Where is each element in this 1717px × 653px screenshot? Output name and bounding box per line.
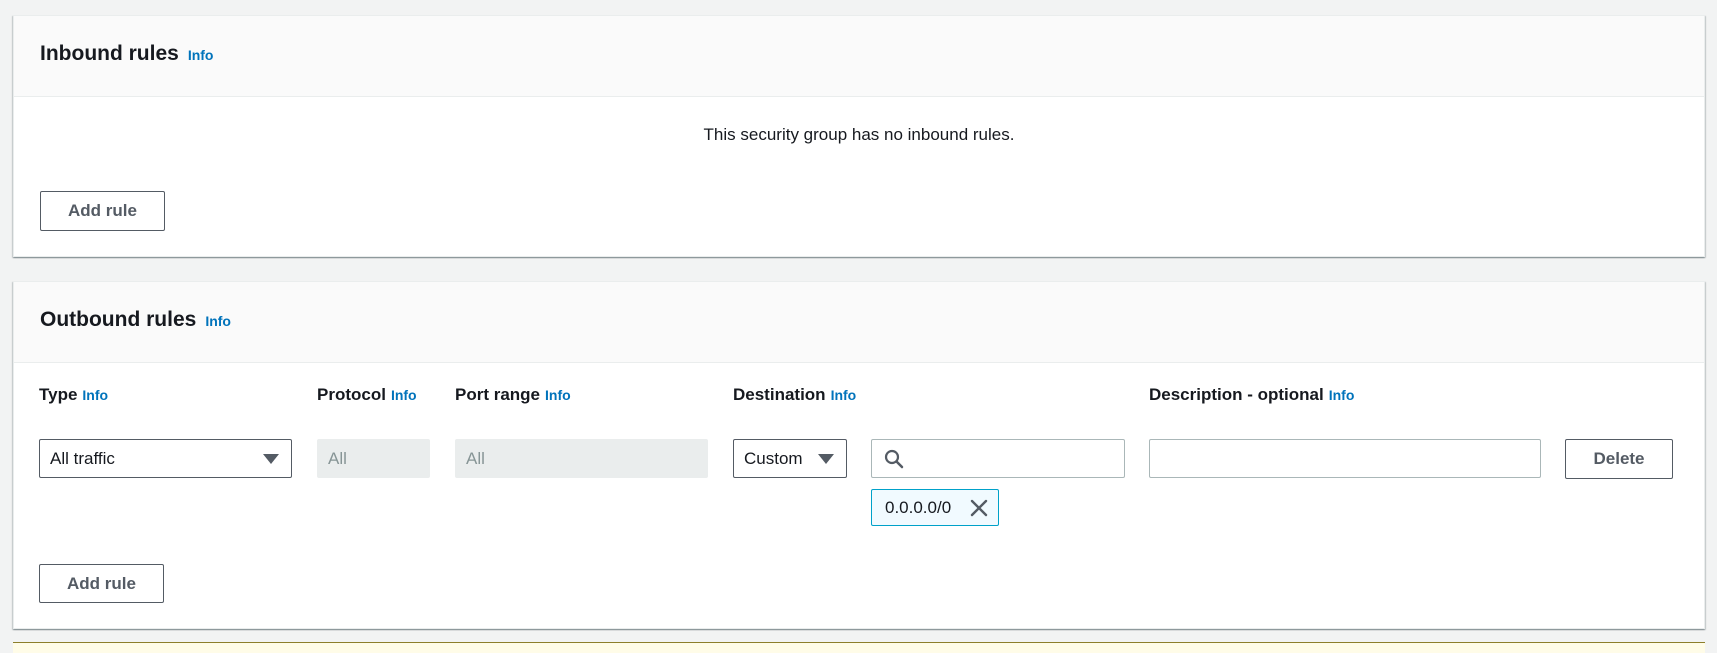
type-info-link[interactable]: Info: [82, 387, 108, 403]
caret-down-icon: [818, 454, 834, 464]
protocol-value: All: [328, 448, 347, 468]
outbound-rules-heading: Outbound rules: [40, 308, 197, 331]
col-label-destination: Destination Info: [733, 384, 856, 406]
next-panel-edge: [13, 642, 1705, 653]
destination-search-input[interactable]: [871, 439, 1125, 478]
col-label-description: Description - optional Info: [1149, 384, 1354, 406]
outbound-rules-info-link[interactable]: Info: [205, 313, 231, 329]
inbound-rules-info-link[interactable]: Info: [188, 47, 214, 63]
inbound-rules-heading: Inbound rules: [40, 42, 179, 65]
inbound-empty-message: This security group has no inbound rules…: [703, 125, 1015, 144]
col-label-protocol: Protocol Info: [317, 384, 417, 406]
port-range-field: All: [455, 439, 708, 478]
protocol-info-link[interactable]: Info: [391, 387, 417, 403]
port-range-value: All: [466, 448, 485, 468]
port-range-info-link[interactable]: Info: [545, 387, 571, 403]
col-port-range-text: Port range: [455, 385, 541, 404]
protocol-field: All: [317, 439, 430, 478]
destination-mode-select[interactable]: Custom: [733, 439, 847, 478]
inbound-rules-panel: Inbound rules Info This security group ha…: [13, 15, 1705, 257]
outbound-rules-header: Outbound rules Info: [14, 282, 1704, 363]
col-type-text: Type: [39, 385, 78, 404]
col-destination-text: Destination: [733, 385, 826, 404]
destination-token-label: 0.0.0.0/0: [885, 497, 952, 517]
type-select-value: All traffic: [50, 448, 115, 468]
col-label-port-range: Port range Info: [455, 384, 571, 406]
col-label-type: Type Info: [39, 384, 108, 406]
outbound-add-rule-button[interactable]: Add rule: [39, 564, 164, 603]
inbound-rules-title: Inbound rules Info: [40, 41, 213, 68]
type-select[interactable]: All traffic: [39, 439, 292, 478]
destination-mode-value: Custom: [744, 448, 803, 468]
close-icon[interactable]: [969, 498, 989, 518]
search-icon: [884, 449, 904, 468]
outbound-rules-title: Outbound rules Info: [40, 307, 231, 334]
delete-rule-button[interactable]: Delete: [1565, 439, 1673, 479]
col-description-text: Description - optional: [1149, 385, 1324, 404]
destination-token: 0.0.0.0/0: [871, 489, 999, 526]
destination-info-link[interactable]: Info: [831, 387, 857, 403]
col-protocol-text: Protocol: [317, 385, 386, 404]
inbound-rules-header: Inbound rules Info: [14, 16, 1704, 97]
inbound-add-rule-button[interactable]: Add rule: [40, 191, 165, 231]
description-info-link[interactable]: Info: [1329, 387, 1355, 403]
caret-down-icon: [263, 454, 279, 464]
description-input[interactable]: [1149, 439, 1541, 478]
